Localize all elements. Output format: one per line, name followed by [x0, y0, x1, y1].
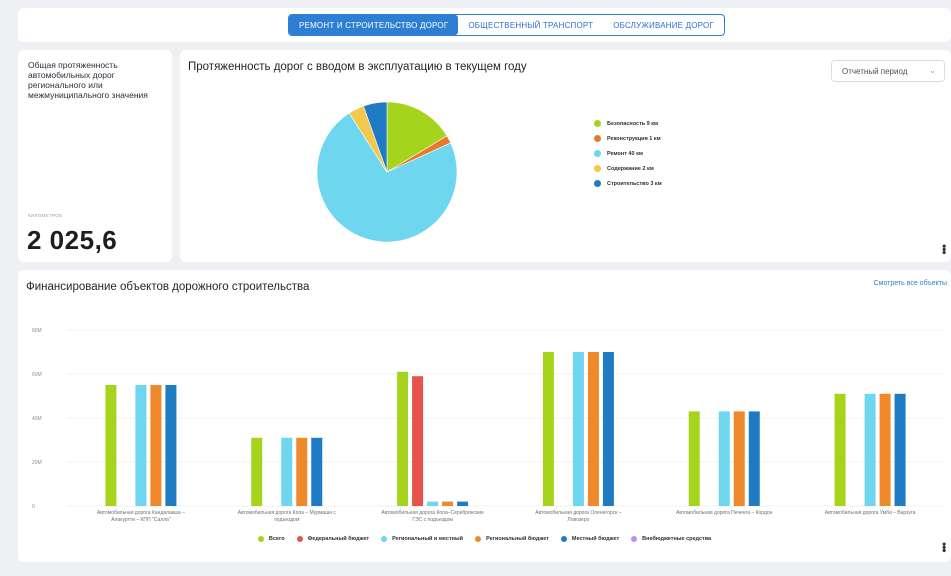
more-options-icon[interactable]: •••	[937, 244, 951, 254]
legend-dot	[257, 536, 264, 542]
summary-description: Общая протяженность автомобильных дорог …	[28, 60, 148, 100]
bar	[879, 393, 891, 506]
bar	[105, 385, 117, 506]
legend-label: Всего	[268, 536, 285, 542]
bar	[412, 376, 424, 506]
y-tick-label: 80M	[32, 328, 42, 334]
x-tick-label: Автомобильная дорога Кола–Серебрянские	[381, 510, 484, 516]
legend-dot	[594, 165, 601, 172]
bar	[442, 501, 454, 506]
y-tick-label: 40M	[32, 416, 42, 422]
top-nav-bar: РЕМОНТ И СТРОИТЕЛЬСТВО ДОРОГ ОБЩЕСТВЕННЫ…	[18, 8, 951, 42]
bar-legend-item[interactable]: Местный бюджет	[560, 536, 620, 542]
pie-legend-item: Безопасность 9 км	[594, 116, 662, 131]
bar	[834, 393, 846, 506]
legend-dot	[594, 120, 601, 127]
legend-dot	[560, 536, 567, 542]
bar-legend-item[interactable]: Региональный бюджет	[475, 536, 549, 542]
legend-label: Местный бюджет	[571, 536, 620, 542]
tab-road-repair[interactable]: РЕМОНТ И СТРОИТЕЛЬСТВО ДОРОГ	[289, 15, 459, 35]
bar-legend: Всего Федеральный бюджет Региональный и ме…	[18, 536, 951, 542]
x-tick-label: Автомобильная дорога Кола – Мурмаши с	[238, 510, 337, 516]
pie-card: Протяженность дорог с вводом в эксплуата…	[180, 50, 951, 262]
legend-dot	[594, 180, 601, 187]
legend-label: Федеральный бюджет	[307, 536, 370, 542]
bar-legend-item[interactable]: Федеральный бюджет	[296, 536, 370, 542]
summary-unit: КИЛОМЕТРОВ	[28, 213, 63, 218]
y-tick-label: 0	[32, 504, 35, 510]
bar-legend-item[interactable]: Региональный и местный	[381, 536, 463, 542]
y-tick-label: 20M	[32, 460, 42, 466]
legend-label: Региональный бюджет	[486, 536, 549, 542]
x-tick-label: Автомобильная дорога Оленегорск –	[535, 510, 622, 516]
period-select[interactable]: Отчетный период ⌄	[831, 60, 945, 82]
x-tick-label: Алакуртти – КПП "Салла"	[111, 517, 171, 523]
legend-dot	[381, 536, 388, 542]
more-options-icon[interactable]: •••	[937, 542, 951, 552]
bar	[457, 501, 469, 506]
summary-value: 2 025,6	[27, 225, 118, 255]
bar	[150, 385, 162, 506]
bar-legend-item[interactable]: Всего	[257, 536, 285, 542]
bar	[281, 437, 293, 506]
bar	[296, 437, 308, 506]
x-tick-label: Автомобильная дорога Печенга – Кордон	[676, 510, 773, 516]
pie-legend: Безопасность 9 км Реконструкция 1 км Рем…	[594, 116, 662, 191]
section-tabs: РЕМОНТ И СТРОИТЕЛЬСТВО ДОРОГ ОБЩЕСТВЕННЫ…	[288, 14, 725, 36]
legend-label: Региональный и местный	[392, 536, 464, 542]
x-tick-label: ГЭС с подъездом	[412, 517, 453, 523]
bar	[688, 411, 700, 506]
bar	[251, 437, 263, 506]
bar-card: Финансирование объектов дорожного строит…	[18, 270, 951, 562]
bar	[397, 371, 409, 506]
pie-legend-item: Реконструкция 1 км	[594, 131, 662, 146]
bar	[427, 501, 439, 506]
pie-card-title: Протяженность дорог с вводом в эксплуата…	[188, 61, 527, 73]
legend-dot	[594, 135, 601, 142]
bar	[311, 437, 323, 506]
bar	[165, 385, 177, 506]
bar-legend-item[interactable]: Внебюджетные средства	[631, 536, 711, 542]
x-tick-label: Ловозеро	[567, 517, 589, 523]
bar	[864, 393, 876, 506]
y-tick-label: 60M	[32, 372, 42, 378]
bar	[587, 352, 599, 506]
bar	[542, 352, 554, 506]
bar	[718, 411, 730, 506]
bar-chart: 0 20M 40M 60M 80M Автомобильная дорога Кандал…	[32, 328, 943, 523]
bar	[572, 352, 584, 506]
summary-card: Общая протяженность автомобильных дорог …	[18, 50, 172, 262]
pie-legend-item: Содержание 2 км	[594, 161, 662, 176]
chevron-down-icon: ⌄	[929, 66, 936, 75]
tab-public-transport[interactable]: ОБЩЕСТВЕННЫЙ ТРАНСПОРТ	[458, 15, 603, 35]
legend-dot	[594, 150, 601, 157]
legend-dot	[475, 536, 482, 542]
pie-legend-item: Ремонт 40 км	[594, 146, 662, 161]
pie-legend-item: Строительство 3 км	[594, 176, 662, 191]
pie-chart	[316, 101, 458, 243]
legend-dot	[631, 536, 638, 542]
tab-road-maintenance[interactable]: ОБСЛУЖИВАНИЕ ДОРОГ	[603, 15, 724, 35]
legend-label: Внебюджетные средства	[642, 536, 712, 542]
x-tick-label: Автомобильная дорога Умба – Варзуга	[825, 510, 916, 516]
bar	[135, 385, 147, 506]
bar	[602, 352, 614, 506]
x-tick-label: подъездом	[274, 517, 300, 523]
legend-dot	[296, 536, 303, 542]
bar	[748, 411, 760, 506]
bar	[733, 411, 745, 506]
period-select-label: Отчетный период	[842, 66, 908, 76]
bar	[894, 393, 906, 506]
x-tick-label: Автомобильная дорога Кандалакша –	[97, 510, 185, 516]
